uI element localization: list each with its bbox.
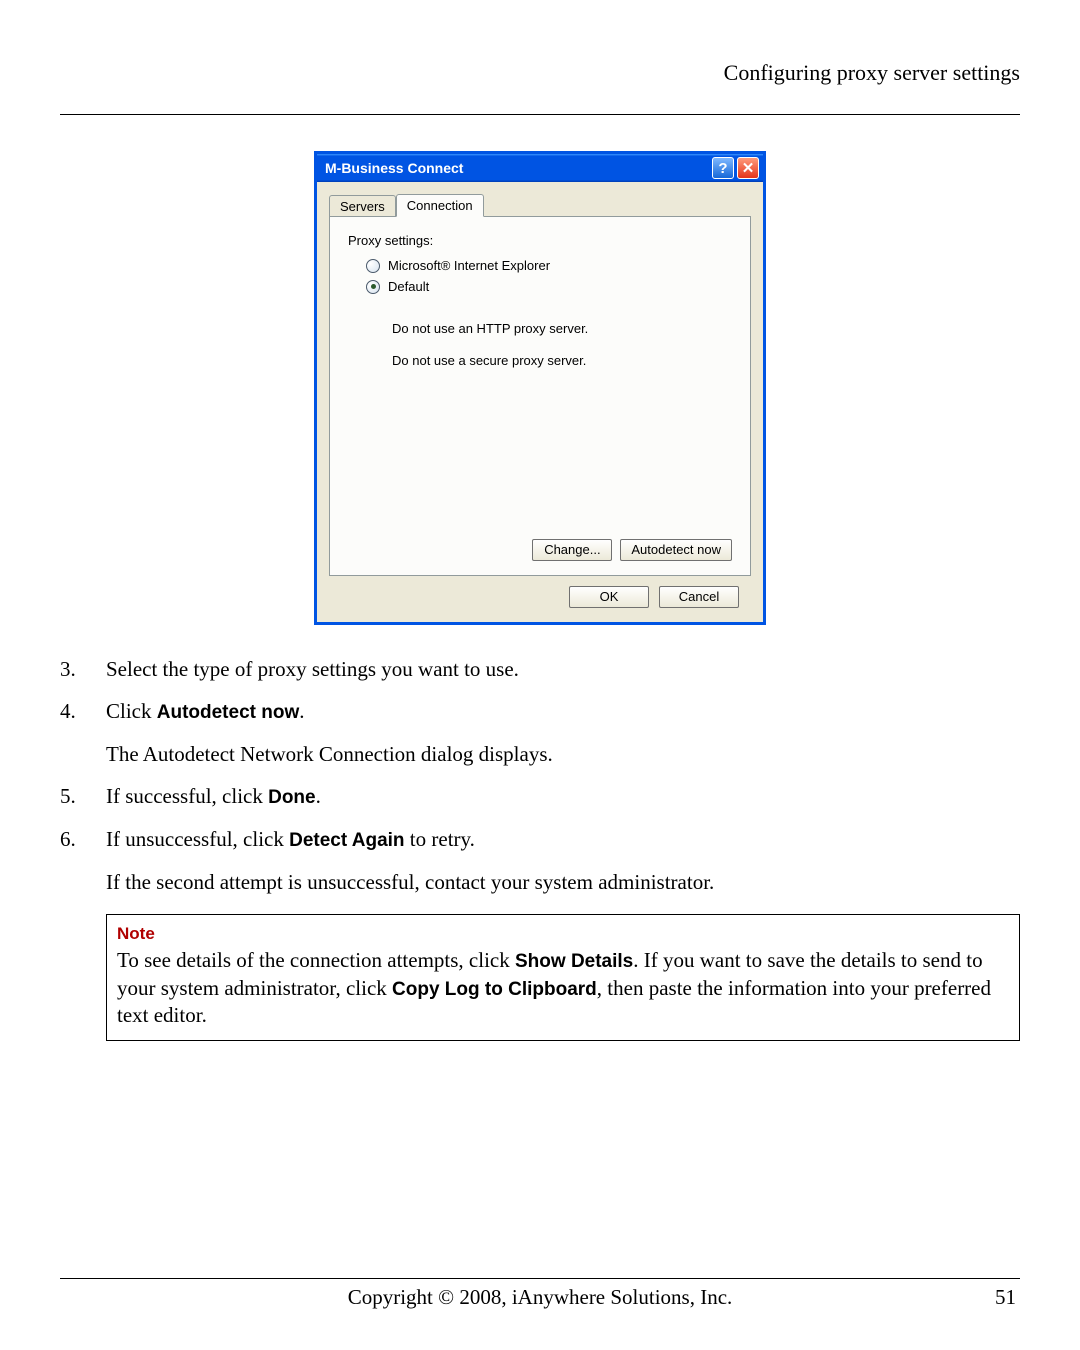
step-6-sub: If the second attempt is unsuccessful, c…: [106, 868, 1020, 896]
autodetect-button[interactable]: Autodetect now: [620, 539, 732, 561]
radio-ie[interactable]: [366, 259, 380, 273]
dialog-footer: OK Cancel: [329, 576, 751, 610]
dialog-window: M-Business Connect ? ✕ Servers Connectio…: [314, 151, 766, 625]
proxy-info-secure: Do not use a secure proxy server.: [392, 350, 732, 372]
help-icon[interactable]: ?: [712, 157, 734, 179]
titlebar: M-Business Connect ? ✕: [317, 154, 763, 182]
page-footer: Copyright © 2008, iAnywhere Solutions, I…: [60, 1278, 1020, 1310]
titlebar-buttons: ? ✕: [712, 157, 759, 179]
footer-rule: [60, 1278, 1020, 1279]
radio-ie-label: Microsoft® Internet Explorer: [388, 258, 550, 273]
footer-page-number: 51: [956, 1285, 1016, 1310]
step-6: If unsuccessful, click Detect Again to r…: [60, 825, 1020, 896]
window-title: M-Business Connect: [325, 160, 712, 176]
tab-connection[interactable]: Connection: [396, 194, 484, 217]
step-5-bold: Done: [268, 787, 316, 808]
dialog-screenshot: M-Business Connect ? ✕ Servers Connectio…: [314, 151, 766, 625]
note-body: To see details of the connection attempt…: [117, 947, 1009, 1030]
close-icon[interactable]: ✕: [737, 157, 759, 179]
dialog-body: Servers Connection Proxy settings: Micro…: [317, 182, 763, 622]
step-5: If successful, click Done.: [60, 782, 1020, 811]
proxy-info-http: Do not use an HTTP proxy server.: [392, 318, 732, 340]
step-4-sub: The Autodetect Network Connection dialog…: [106, 740, 1020, 768]
step-4-bold: Autodetect now: [157, 702, 300, 723]
step-3-text: Select the type of proxy settings you wa…: [106, 657, 519, 681]
page-header-title: Configuring proxy server settings: [60, 60, 1020, 86]
note-b2: Copy Log to Clipboard: [392, 979, 597, 1000]
footer-spacer: [64, 1285, 124, 1310]
tab-panel-connection: Proxy settings: Microsoft® Internet Expl…: [329, 216, 751, 576]
step-6-pre: If unsuccessful, click: [106, 827, 289, 851]
footer-copyright: Copyright © 2008, iAnywhere Solutions, I…: [124, 1285, 956, 1310]
step-5-post: .: [316, 784, 321, 808]
proxy-settings-label: Proxy settings:: [348, 233, 732, 248]
header-rule: [60, 114, 1020, 115]
note-b1: Show Details: [515, 951, 633, 972]
step-3: Select the type of proxy settings you wa…: [60, 655, 1020, 683]
radio-ie-row[interactable]: Microsoft® Internet Explorer: [366, 258, 732, 273]
tab-servers[interactable]: Servers: [329, 195, 396, 217]
radio-default-label: Default: [388, 279, 429, 294]
step-5-pre: If successful, click: [106, 784, 268, 808]
step-4-pre: Click: [106, 699, 157, 723]
step-6-post: to retry.: [405, 827, 475, 851]
note-box: Note To see details of the connection at…: [106, 914, 1020, 1041]
radio-default-row[interactable]: Default: [366, 279, 732, 294]
note-t1: To see details of the connection attempt…: [117, 948, 515, 972]
panel-buttons: Change... Autodetect now: [532, 539, 732, 561]
change-button[interactable]: Change...: [532, 539, 612, 561]
cancel-button[interactable]: Cancel: [659, 586, 739, 608]
proxy-info-block: Do not use an HTTP proxy server. Do not …: [392, 318, 732, 372]
step-4: Click Autodetect now. The Autodetect Net…: [60, 697, 1020, 768]
ok-button[interactable]: OK: [569, 586, 649, 608]
radio-default[interactable]: [366, 280, 380, 294]
step-4-post: .: [299, 699, 304, 723]
steps-list: Select the type of proxy settings you wa…: [60, 655, 1020, 896]
note-title: Note: [117, 923, 1009, 945]
footer-row: Copyright © 2008, iAnywhere Solutions, I…: [60, 1285, 1020, 1310]
tabs-row: Servers Connection: [329, 192, 751, 216]
page: Configuring proxy server settings M-Busi…: [0, 0, 1080, 1350]
step-6-bold: Detect Again: [289, 830, 404, 851]
